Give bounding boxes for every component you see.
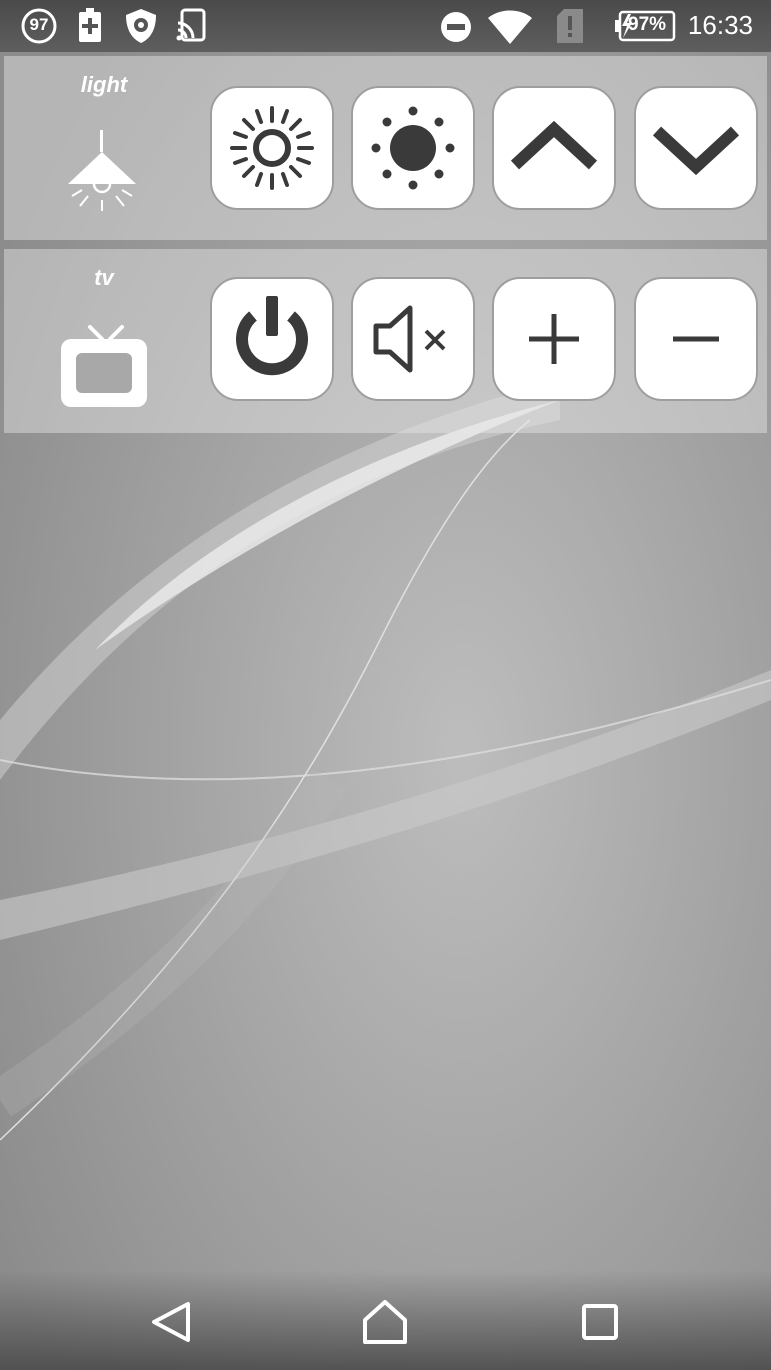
light-title: light	[80, 72, 128, 97]
volume-up-button[interactable]	[492, 277, 616, 401]
battery-icon: 97%	[614, 10, 676, 47]
battery-saver-icon	[78, 8, 102, 49]
do-not-disturb-icon	[440, 11, 472, 48]
wifi-icon	[488, 10, 532, 49]
minus-icon	[673, 336, 719, 342]
tv-title: tv	[94, 265, 114, 290]
chevron-up-button[interactable]	[492, 86, 616, 210]
navigation-bar	[0, 1270, 771, 1370]
clock: 16:33	[687, 10, 753, 40]
ceiling-lamp-icon[interactable]	[64, 126, 140, 221]
recents-button[interactable]	[578, 1298, 624, 1349]
tv-widget: tv	[4, 249, 767, 433]
power-icon	[236, 296, 308, 376]
home-icon	[363, 1300, 407, 1344]
plus-icon	[529, 314, 579, 364]
recents-icon	[582, 1304, 618, 1340]
brightness-low-button[interactable]	[210, 86, 334, 210]
brightness-low-icon	[230, 106, 314, 190]
volume-down-button[interactable]	[634, 277, 758, 401]
notification-count: 97	[29, 15, 49, 34]
power-button[interactable]	[210, 277, 334, 401]
back-button[interactable]	[148, 1298, 196, 1351]
chevron-down-icon	[652, 126, 740, 176]
home-button[interactable]	[360, 1298, 410, 1351]
tv-icon[interactable]	[60, 323, 148, 414]
sim-alert-icon	[556, 8, 584, 49]
chevron-down-button[interactable]	[634, 86, 758, 210]
status-bar: 97 97% 16:33	[0, 0, 771, 52]
brightness-high-icon	[371, 106, 455, 190]
brightness-high-button[interactable]	[351, 86, 475, 210]
cast-icon	[176, 8, 206, 47]
back-icon	[152, 1302, 190, 1342]
count-badge-icon: 97	[20, 8, 58, 49]
battery-percent: 97%	[628, 14, 667, 35]
antivirus-shield-icon	[124, 8, 158, 49]
chevron-up-icon	[510, 120, 598, 170]
mute-button[interactable]	[351, 277, 475, 401]
mute-icon	[373, 305, 446, 373]
light-widget: light	[4, 56, 767, 240]
